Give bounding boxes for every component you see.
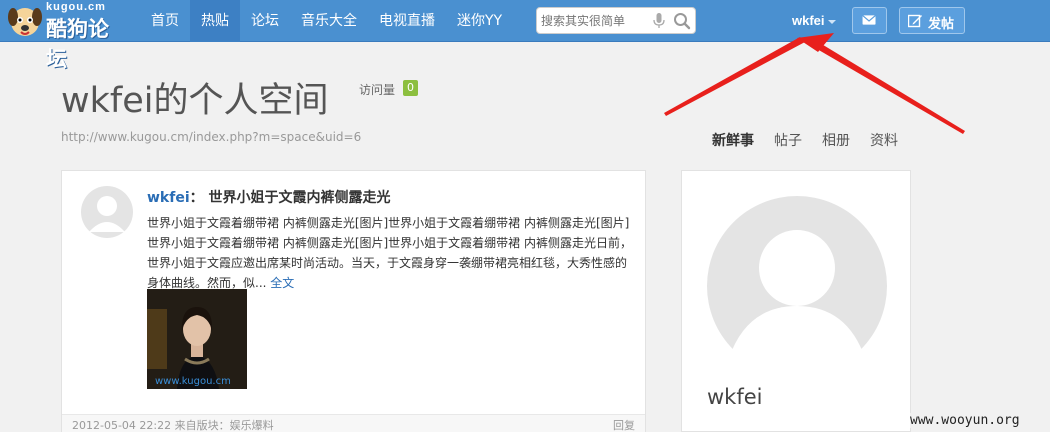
feed-item: wkfei： 世界小姐于文霞内裤侧露走光 世界小姐于文霞着绷带裙 内裤侧露走光[… — [61, 170, 646, 432]
nav-item-forum[interactable]: 论坛 — [240, 0, 290, 42]
main-nav: 首页 热贴 论坛 音乐大全 电视直播 迷你YY — [140, 0, 513, 42]
page-title: wkfei的个人空间 — [61, 81, 329, 121]
nav-item-tv[interactable]: 电视直播 — [368, 0, 446, 42]
avatar[interactable] — [81, 186, 133, 238]
post-title[interactable]: 世界小姐于文霞内裤侧露走光 — [209, 190, 391, 206]
post-footer: 2012-05-04 22:22 来自版块：娱乐爆料 回复 — [62, 414, 645, 432]
dog-mascot-icon — [8, 8, 42, 36]
post-excerpt: 世界小姐于文霞着绷带裙 内裤侧露走光[图片]世界小姐于文霞着绷带裙 内裤侧露走光… — [147, 213, 632, 293]
search-icon[interactable] — [673, 12, 691, 30]
post-excerpt-text: 世界小姐于文霞着绷带裙 内裤侧露走光[图片]世界小姐于文霞着绷带裙 内裤侧露走光… — [147, 216, 632, 290]
reply-link[interactable]: 回复 — [613, 415, 635, 432]
visits-label: 访问量 — [359, 83, 396, 97]
site-watermark: www.wooyun.org — [910, 413, 1020, 428]
edit-icon — [908, 14, 922, 28]
messages-button[interactable] — [852, 7, 887, 34]
nav-item-home[interactable]: 首页 — [140, 0, 190, 42]
post-thumbnail[interactable]: www.kugou.cm — [147, 289, 247, 389]
read-more-link[interactable]: 全文 — [270, 276, 294, 290]
search-input[interactable] — [541, 11, 649, 31]
tab-posts[interactable]: 帖子 — [774, 130, 802, 150]
post-author[interactable]: wkfei — [147, 190, 190, 206]
username-label: wkfei — [792, 13, 825, 28]
user-menu-dropdown[interactable]: wkfei — [792, 13, 836, 28]
search-box — [536, 7, 696, 34]
visits-count-badge: 0 — [403, 80, 418, 96]
logo-name-text: 酷狗论坛 — [46, 17, 109, 71]
tab-album[interactable]: 相册 — [822, 130, 850, 150]
profile-tabs: 新鲜事 帖子 相册 资料 — [712, 130, 918, 150]
microphone-icon[interactable] — [653, 13, 665, 29]
chevron-down-icon — [827, 19, 836, 24]
logo-site-text: kugou.cm — [46, 1, 106, 13]
new-post-label: 发帖 — [928, 17, 955, 32]
new-post-button[interactable]: 发帖 — [899, 7, 965, 34]
nav-item-hot[interactable]: 热贴 — [190, 0, 240, 42]
nav-item-mini-yy[interactable]: 迷你YY — [446, 0, 513, 42]
nav-item-music[interactable]: 音乐大全 — [290, 0, 368, 42]
post-meta: 2012-05-04 22:22 来自版块：娱乐爆料 — [72, 419, 274, 432]
space-url: http://www.kugou.cm/index.php?m=space&ui… — [61, 130, 362, 144]
person-photo-icon — [147, 289, 247, 389]
tab-profile-info[interactable]: 资料 — [870, 130, 898, 150]
post-heading[interactable]: wkfei： 世界小姐于文霞内裤侧露走光 — [147, 187, 391, 207]
site-logo[interactable]: kugou.cm 酷狗论坛 — [6, 0, 126, 71]
profile-card: wkfei — [681, 170, 911, 432]
profile-name: wkfei — [707, 385, 763, 409]
profile-avatar[interactable] — [707, 196, 887, 376]
envelope-icon — [862, 14, 876, 25]
tab-news[interactable]: 新鲜事 — [712, 130, 754, 150]
top-navbar: kugou.cm 酷狗论坛 首页 热贴 论坛 音乐大全 电视直播 迷你YY wk… — [0, 0, 1050, 71]
post-separator: ： — [189, 190, 204, 206]
image-watermark: www.kugou.cm — [155, 376, 231, 387]
